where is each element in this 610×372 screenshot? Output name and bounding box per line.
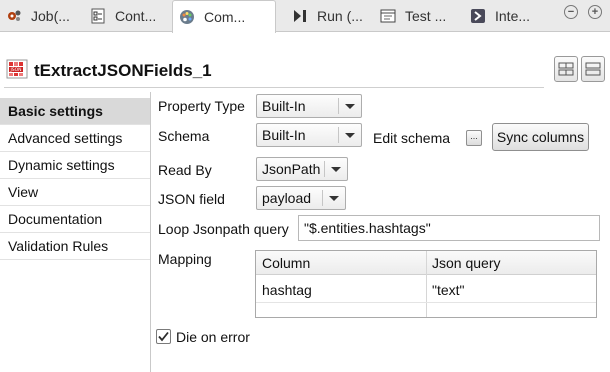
nav-divider bbox=[150, 92, 151, 372]
property-type-select[interactable]: Built-In bbox=[256, 94, 362, 118]
read-by-value: JsonPath bbox=[262, 161, 321, 177]
nav-basic-settings[interactable]: Basic settings bbox=[0, 98, 150, 125]
tab-run-label: Run (... bbox=[317, 8, 363, 24]
chevron-down-icon bbox=[329, 196, 339, 201]
die-on-error-label: Die on error bbox=[176, 329, 250, 345]
maximize-icon[interactable]: + bbox=[588, 5, 602, 19]
die-on-error-checkbox[interactable] bbox=[156, 329, 171, 344]
tab-contexts-label: Cont... bbox=[115, 8, 157, 24]
svg-text:JSON: JSON bbox=[9, 67, 21, 73]
chevron-down-icon bbox=[345, 133, 355, 138]
view-tab-bar: Job(... Cont... Com... Run (... Test ...… bbox=[0, 0, 610, 33]
sync-columns-button[interactable]: Sync columns bbox=[492, 123, 589, 151]
schema-select[interactable]: Built-In bbox=[256, 123, 362, 147]
layout-rows-icon bbox=[585, 62, 601, 76]
json-field-value: payload bbox=[262, 190, 312, 206]
read-by-select[interactable]: JsonPath bbox=[256, 157, 348, 181]
contexts-icon bbox=[91, 8, 105, 24]
job-icon bbox=[8, 10, 21, 21]
settings-nav: Basic settings Advanced settings Dynamic… bbox=[0, 98, 150, 260]
tab-component-label: Com... bbox=[204, 9, 246, 25]
component-icon bbox=[180, 10, 194, 24]
chevron-down-icon bbox=[331, 167, 341, 172]
mapping-table: Column Json query hashtag "text" bbox=[255, 250, 597, 318]
header-divider bbox=[4, 87, 544, 88]
run-icon bbox=[294, 10, 306, 22]
tab-integration-label: Inte... bbox=[495, 8, 531, 24]
tab-run[interactable]: Run (... bbox=[292, 0, 363, 32]
loop-jsonpath-input[interactable]: "$.entities.hashtags" bbox=[298, 215, 600, 241]
nav-advanced-settings[interactable]: Advanced settings bbox=[0, 125, 150, 152]
json-field-label: JSON field bbox=[158, 191, 225, 207]
property-type-value: Built-In bbox=[262, 98, 306, 114]
component-header: JSON tExtractJSONFields_1 bbox=[0, 33, 610, 91]
tab-component[interactable]: Com... bbox=[172, 0, 276, 33]
test-icon bbox=[380, 9, 396, 23]
nav-dynamic-settings[interactable]: Dynamic settings bbox=[0, 152, 150, 179]
layout-rows-button[interactable] bbox=[581, 56, 605, 82]
tab-job-label: Job(... bbox=[31, 8, 70, 24]
schema-label: Schema bbox=[158, 128, 210, 144]
tab-integration[interactable]: Inte... bbox=[470, 0, 530, 32]
loop-jsonpath-label: Loop Jsonpath query bbox=[158, 221, 289, 237]
layout-grid-icon bbox=[558, 62, 574, 76]
tab-job[interactable]: Job(... bbox=[6, 0, 70, 32]
nav-validation-rules[interactable]: Validation Rules bbox=[0, 233, 150, 260]
tab-test[interactable]: Test ... bbox=[380, 0, 446, 32]
property-type-label: Property Type bbox=[158, 98, 245, 114]
json-component-icon: JSON bbox=[6, 59, 28, 79]
mapping-label: Mapping bbox=[158, 251, 212, 267]
minimize-icon[interactable]: − bbox=[564, 5, 578, 19]
chevron-down-icon bbox=[345, 104, 355, 109]
layout-grid-button[interactable] bbox=[554, 56, 578, 82]
nav-documentation[interactable]: Documentation bbox=[0, 206, 150, 233]
component-title: tExtractJSONFields_1 bbox=[34, 61, 212, 80]
integration-icon bbox=[471, 9, 485, 23]
cell-json-query[interactable]: "text" bbox=[426, 277, 596, 303]
edit-schema-button[interactable]: ... bbox=[466, 130, 482, 146]
edit-schema-label: Edit schema bbox=[373, 130, 451, 146]
tab-contexts[interactable]: Cont... bbox=[90, 0, 156, 32]
column-header-column[interactable]: Column bbox=[256, 251, 426, 275]
tab-test-label: Test ... bbox=[405, 8, 447, 24]
column-header-json-query[interactable]: Json query bbox=[426, 251, 596, 275]
json-field-select[interactable]: payload bbox=[256, 186, 346, 210]
nav-view[interactable]: View bbox=[0, 179, 150, 206]
schema-value: Built-In bbox=[262, 127, 306, 143]
read-by-label: Read By bbox=[158, 162, 212, 178]
checkmark-icon bbox=[158, 331, 169, 342]
cell-column[interactable]: hashtag bbox=[256, 277, 426, 303]
